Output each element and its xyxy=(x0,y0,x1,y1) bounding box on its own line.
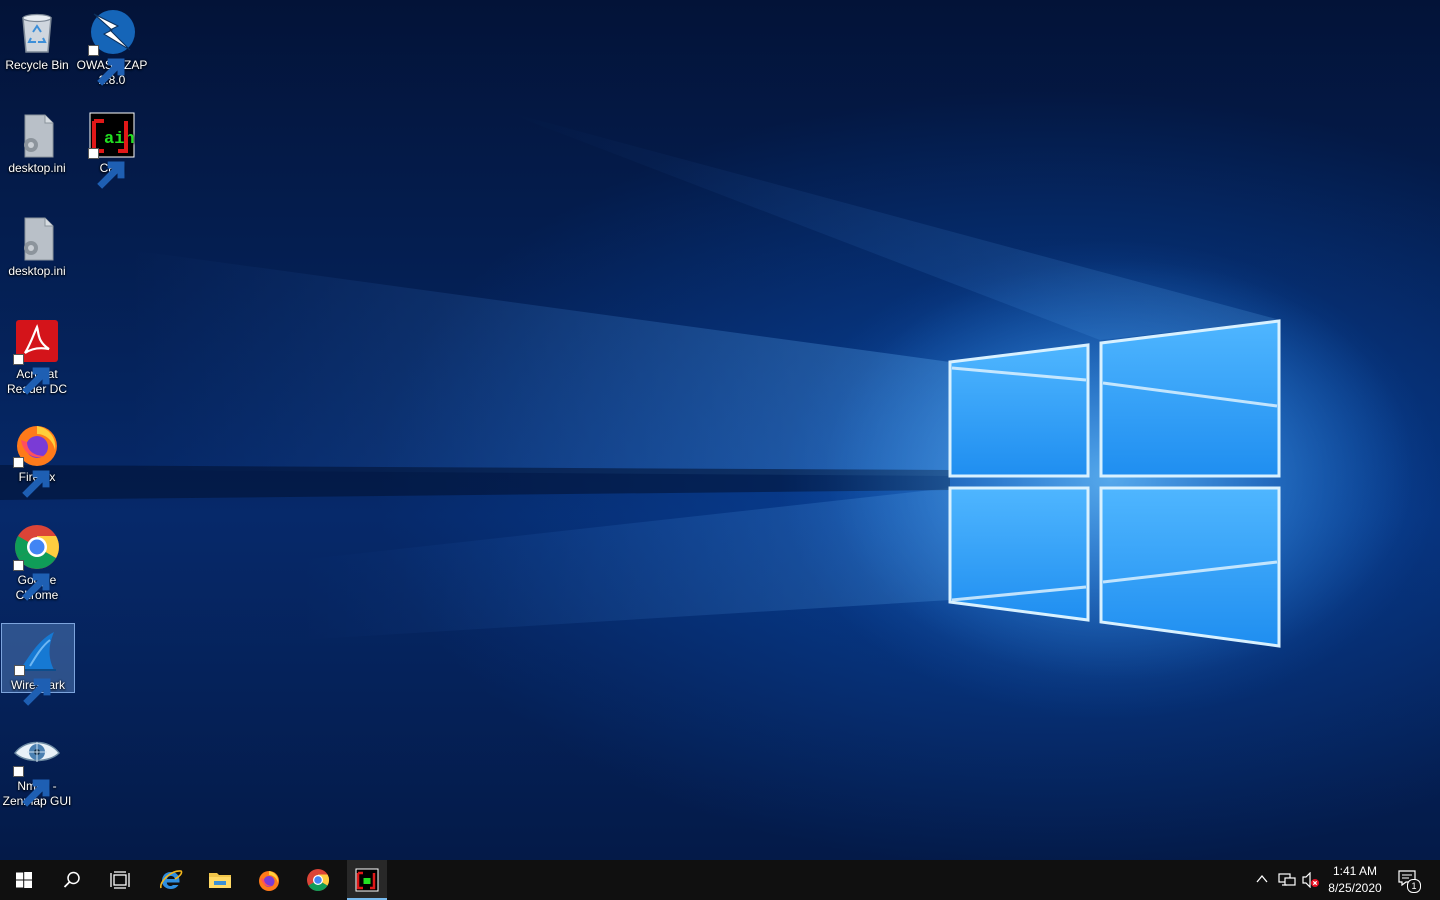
desktop-icon-label: desktop.ini xyxy=(8,161,66,175)
settings-file-icon xyxy=(13,214,61,262)
shortcut-arrow-icon xyxy=(13,560,50,601)
shortcut-arrow-icon xyxy=(13,354,50,395)
shortcut-arrow-icon xyxy=(13,766,50,807)
desktop-icon-nmap-zenmap[interactable]: Nmap - Zenmap GUI xyxy=(0,725,74,809)
taskbar: 1:41 AM 8/25/2020 1 xyxy=(0,860,1440,900)
shortcut-arrow-icon xyxy=(88,45,125,86)
chrome-icon xyxy=(13,523,61,601)
desktop-icon-google-chrome[interactable]: Google Chrome xyxy=(0,519,74,603)
volume-muted-icon xyxy=(1302,871,1319,889)
clock-time: 1:41 AM xyxy=(1332,864,1378,878)
volume-tray-button[interactable] xyxy=(1302,871,1320,893)
action-center-button[interactable]: 1 xyxy=(1398,870,1421,893)
notification-count-badge: 1 xyxy=(1407,879,1421,893)
start-button[interactable] xyxy=(0,860,48,900)
show-hidden-icons-button[interactable] xyxy=(1255,872,1269,891)
acrobat-icon xyxy=(13,317,61,395)
desktop-icon-desktop-ini[interactable]: desktop.ini xyxy=(0,210,74,279)
task-view-icon xyxy=(110,871,130,889)
edge-taskbar-button[interactable] xyxy=(147,860,195,900)
desktop-icon-acrobat-reader[interactable]: Acrobat Reader DC xyxy=(0,313,74,397)
file-explorer-taskbar-button[interactable] xyxy=(196,860,244,900)
network-icon xyxy=(1278,873,1296,886)
clock[interactable]: 1:41 AM 8/25/2020 xyxy=(1320,860,1390,900)
chevron-up-icon xyxy=(1256,874,1268,883)
cain-icon: ain xyxy=(88,111,136,189)
cain-taskbar-button[interactable] xyxy=(347,860,387,900)
desktop-icon-owasp-zap[interactable]: OWASP ZAP 2.8.0 xyxy=(75,4,149,88)
shortcut-arrow-icon xyxy=(14,665,51,706)
cain-icon-text: ain xyxy=(104,130,135,149)
shortcut-arrow-icon xyxy=(13,457,50,498)
task-view-button[interactable] xyxy=(96,860,144,900)
cain-icon xyxy=(355,868,379,892)
windows-10-wallpaper xyxy=(0,110,1440,720)
desktop-icon-cain[interactable]: ain Cain xyxy=(75,107,149,189)
desktop-icon-label: Recycle Bin xyxy=(5,58,69,72)
internet-explorer-icon xyxy=(160,870,183,889)
firefox-taskbar-button[interactable] xyxy=(245,860,293,900)
desktop-icon-desktop-ini[interactable]: desktop.ini xyxy=(0,107,74,176)
search-icon xyxy=(63,871,80,888)
search-button[interactable] xyxy=(48,860,96,900)
firefox-icon xyxy=(13,420,61,498)
desktop-icon-label: desktop.ini xyxy=(8,264,66,278)
chrome-taskbar-button[interactable] xyxy=(294,860,342,900)
desktop[interactable]: Recycle Bin OWASP ZAP 2.8.0 desktop.ini xyxy=(0,0,1440,860)
windows-logo-icon xyxy=(16,872,32,888)
wireshark-icon xyxy=(14,628,62,706)
network-tray-button[interactable] xyxy=(1278,872,1296,893)
desktop-icon-recycle-bin[interactable]: Recycle Bin xyxy=(0,4,74,73)
zenmap-icon xyxy=(13,729,61,807)
chrome-icon xyxy=(307,869,329,891)
owasp-zap-icon xyxy=(88,8,136,86)
settings-file-icon xyxy=(13,111,61,159)
shortcut-arrow-icon xyxy=(88,148,125,189)
recycle-bin-icon xyxy=(13,8,61,56)
folder-icon xyxy=(209,873,231,888)
desktop-icon-wireshark[interactable]: Wireshark xyxy=(1,623,75,706)
clock-date: 8/25/2020 xyxy=(1328,881,1382,895)
firefox-icon xyxy=(259,871,279,891)
desktop-icon-firefox[interactable]: Firefox xyxy=(0,416,74,498)
